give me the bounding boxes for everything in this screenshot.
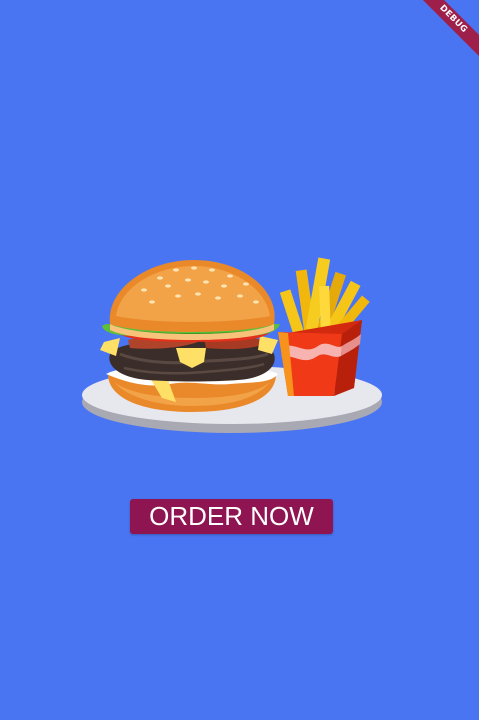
fries-icon: [278, 257, 370, 396]
burger-icon: [100, 260, 280, 412]
burger-and-fries-illustration: [82, 257, 382, 433]
order-now-button[interactable]: ORDER NOW: [130, 499, 333, 534]
app-screen: DEBUG ORDER NOW: [0, 0, 479, 720]
debug-banner-label: DEBUG: [419, 0, 479, 59]
debug-banner: DEBUG: [419, 0, 479, 60]
